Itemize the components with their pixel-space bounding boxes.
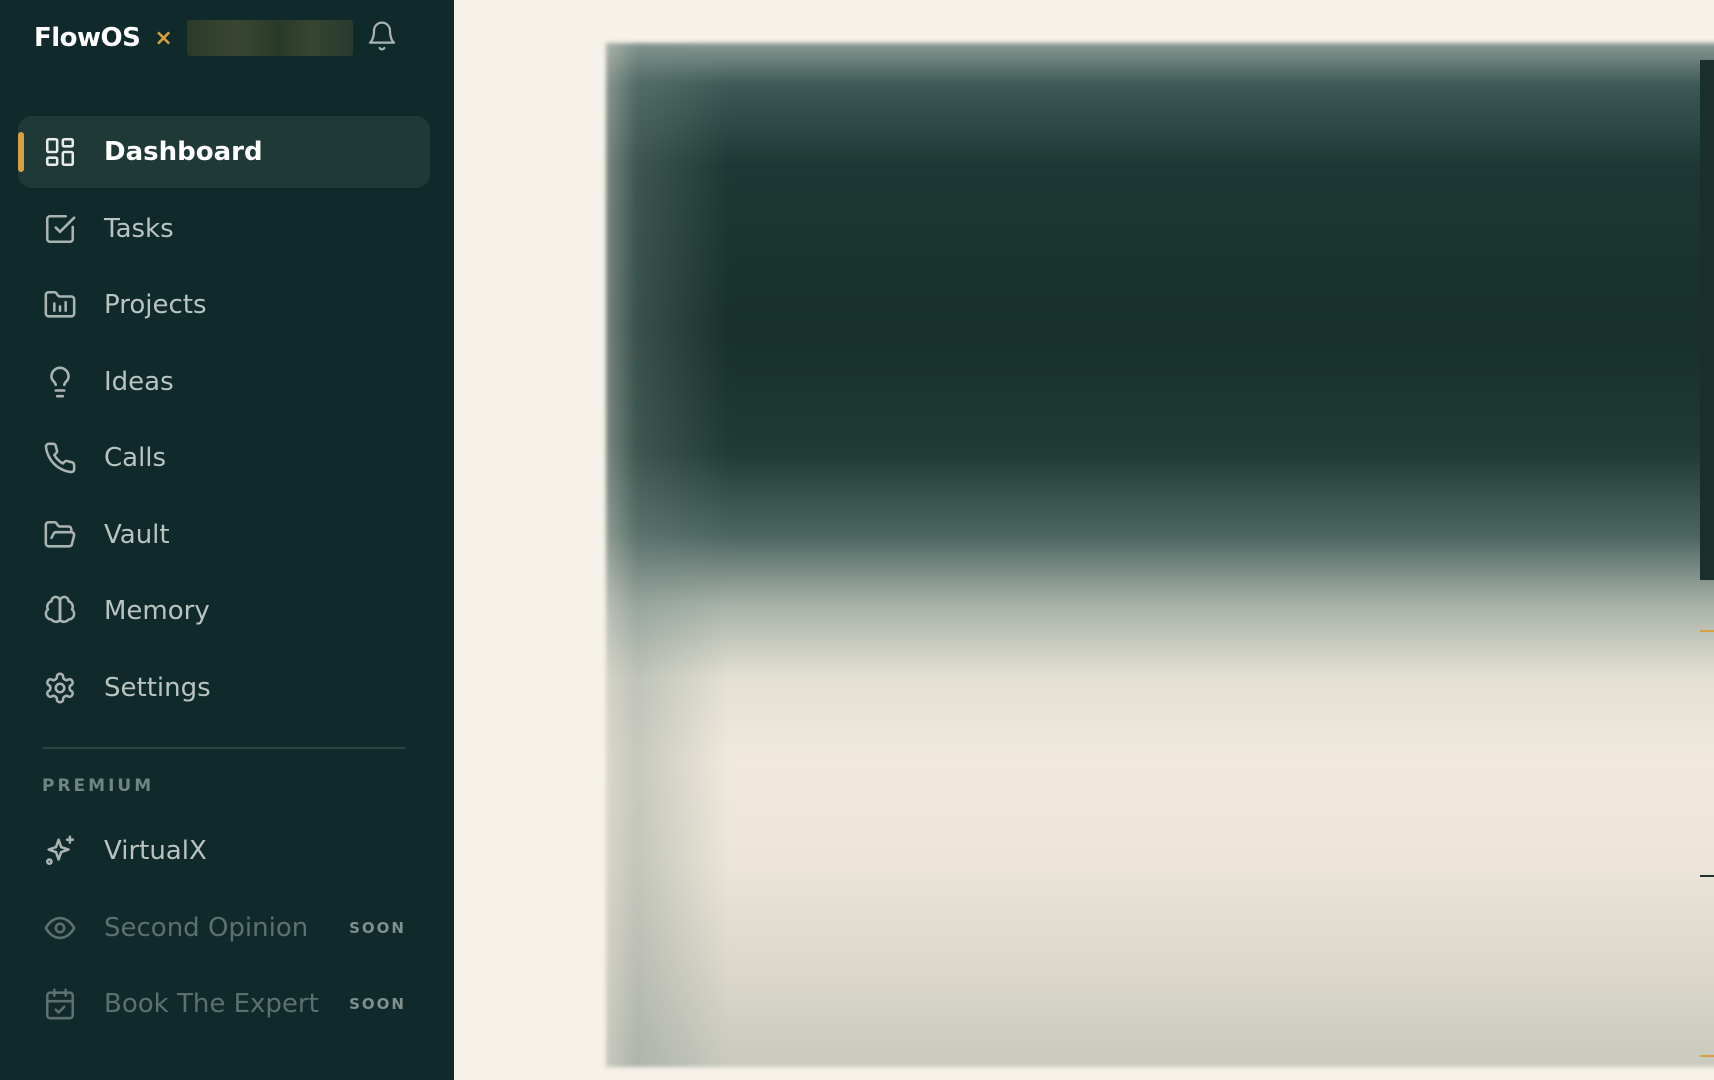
brand-separator: × bbox=[154, 25, 173, 51]
bell-icon bbox=[368, 21, 396, 51]
gear-icon bbox=[42, 670, 78, 706]
sidebar-item-virtualx[interactable]: VirtualX bbox=[18, 815, 430, 887]
soon-badge: SOON bbox=[349, 995, 406, 1013]
sparkles-icon bbox=[42, 833, 78, 869]
accent-rule bbox=[1700, 630, 1714, 632]
checkbox-icon bbox=[42, 211, 78, 247]
sidebar-item-label: Book The Expert bbox=[104, 989, 319, 1019]
sidebar-item-projects[interactable]: Projects bbox=[18, 269, 430, 341]
sidebar-item-label: Dashboard bbox=[104, 137, 263, 167]
sidebar-item-settings[interactable]: Settings bbox=[18, 652, 430, 724]
phone-icon bbox=[42, 440, 78, 476]
divider-rule bbox=[1700, 875, 1714, 877]
lightbulb-icon bbox=[42, 364, 78, 400]
main-content bbox=[454, 0, 1714, 1080]
sidebar-item-book-the-expert[interactable]: Book The Expert SOON bbox=[18, 968, 430, 1040]
folder-chart-icon bbox=[42, 287, 78, 323]
grid-icon bbox=[42, 134, 78, 170]
sidebar-item-label: Memory bbox=[104, 596, 210, 626]
sidebar-item-calls[interactable]: Calls bbox=[18, 422, 430, 494]
brand-name: FlowOS bbox=[34, 23, 141, 53]
offscreen-card-edge bbox=[1700, 60, 1714, 580]
main-nav: Dashboard Tasks Projects Ideas Calls Vau… bbox=[18, 116, 430, 728]
premium-section-label: PREMIUM bbox=[42, 776, 155, 796]
sidebar: FlowOS × Dashboard Tasks Projects Ideas … bbox=[0, 0, 454, 1080]
partner-logo-redacted bbox=[186, 20, 353, 56]
sidebar-item-label: Vault bbox=[104, 519, 170, 550]
calendar-check-icon bbox=[42, 986, 78, 1022]
sidebar-item-label: Calls bbox=[104, 443, 167, 473]
brain-icon bbox=[42, 593, 78, 629]
sidebar-item-second-opinion[interactable]: Second Opinion SOON bbox=[18, 892, 430, 964]
brand-row: FlowOS × bbox=[34, 20, 414, 56]
soon-badge: SOON bbox=[349, 918, 406, 937]
sidebar-item-vault[interactable]: Vault bbox=[18, 499, 430, 571]
eye-icon bbox=[42, 910, 78, 946]
sidebar-item-label: VirtualX bbox=[104, 836, 207, 866]
sidebar-item-ideas[interactable]: Ideas bbox=[18, 346, 430, 418]
sidebar-item-label: Tasks bbox=[104, 213, 174, 244]
accent-rule bbox=[1700, 1055, 1714, 1057]
sidebar-item-label: Projects bbox=[104, 290, 207, 320]
sidebar-item-label: Ideas bbox=[104, 366, 174, 397]
sidebar-item-tasks[interactable]: Tasks bbox=[18, 193, 430, 265]
app-root: FlowOS × Dashboard Tasks Projects Ideas … bbox=[0, 0, 1714, 1080]
sidebar-item-memory[interactable]: Memory bbox=[18, 575, 430, 647]
sidebar-item-label: Settings bbox=[104, 672, 211, 703]
sidebar-item-label: Second Opinion bbox=[104, 912, 309, 943]
redacted-content-panel bbox=[606, 43, 1714, 1067]
premium-nav: VirtualX Second Opinion SOON Book The Ex… bbox=[18, 815, 430, 1045]
sidebar-divider bbox=[42, 747, 406, 749]
sidebar-item-dashboard[interactable]: Dashboard bbox=[18, 116, 430, 188]
notifications-button[interactable] bbox=[362, 16, 402, 56]
folder-open-icon bbox=[42, 517, 78, 553]
